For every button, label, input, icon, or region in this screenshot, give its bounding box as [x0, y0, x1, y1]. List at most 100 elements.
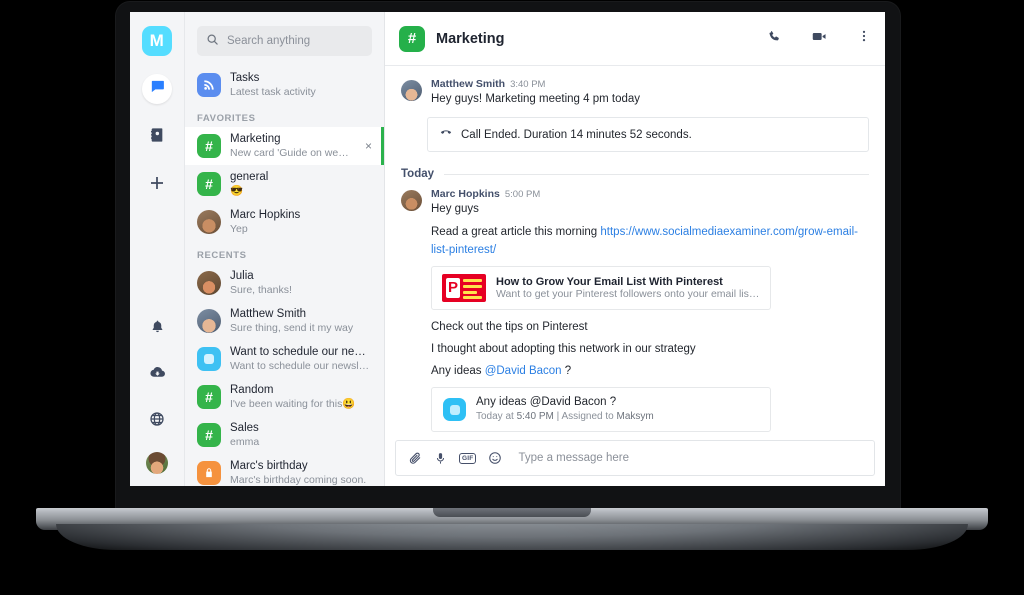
link-prefix: Read a great article this morning — [431, 226, 601, 238]
list-item[interactable]: # Marketing New card 'Guide on website o… × — [185, 127, 384, 165]
day-divider: Today — [385, 162, 885, 184]
divider-line — [444, 173, 869, 175]
mention-david-bacon[interactable]: @David Bacon — [485, 365, 562, 377]
list-item[interactable]: Marc Hopkins Yep — [185, 203, 384, 241]
app-logo[interactable]: M — [142, 26, 172, 56]
video-icon — [811, 28, 828, 50]
list-item-subtitle: Sure, thanks! — [230, 284, 292, 296]
page-title: Marketing — [436, 30, 505, 47]
link-preview-card[interactable]: P How to Grow Your Email List With Pinte… — [431, 266, 771, 310]
rail-item-downloads[interactable] — [142, 360, 172, 390]
more-icon — [857, 29, 871, 48]
list-item-subtitle: emma — [230, 436, 260, 448]
message-text: I thought about adopting this network in… — [431, 343, 696, 355]
message-text: Hey guys — [431, 203, 479, 215]
task-card[interactable]: Any ideas @David Bacon ? Today at 5:40 P… — [431, 387, 771, 432]
rail-item-notifications[interactable] — [142, 314, 172, 344]
avatar[interactable] — [146, 452, 168, 474]
search-input[interactable]: Search anything — [197, 26, 372, 56]
list-item-title: Sales — [230, 422, 259, 434]
message-meta: Matthew Smith 3:40 PM — [431, 78, 869, 90]
call-ended-text: Call Ended. Duration 14 minutes 52 secon… — [461, 128, 692, 141]
list-item-text: Tasks Latest task activity — [230, 71, 372, 99]
message-text-with-link: Read a great article this morning https:… — [431, 223, 869, 259]
list-item-subtitle: Latest task activity — [230, 86, 316, 98]
list-item-title: Marc Hopkins — [230, 209, 301, 221]
attachment-icon[interactable] — [408, 451, 422, 465]
list-item-title: general — [230, 171, 269, 183]
list-item-subtitle: Yep — [230, 223, 248, 235]
message-input-placeholder[interactable]: Type a message here — [518, 452, 629, 464]
list-item-subtitle: Want to schedule our newslet… — [230, 360, 372, 372]
list-item-text: Random I've been waiting for this😃 — [230, 383, 372, 411]
call-button[interactable] — [767, 29, 782, 49]
conversation-panel: # Marketing Matthew Smith 3:40 PM Hey gu… — [385, 12, 885, 486]
list-item[interactable]: Want to schedule our newsl… Want to sched… — [185, 340, 384, 378]
hash-icon: # — [197, 423, 221, 447]
list-item[interactable]: Marc's birthday Marc's birthday coming so… — [185, 454, 384, 486]
list-item-text: Want to schedule our newsl… Want to sched… — [230, 345, 372, 373]
message-composer[interactable]: GIF Type a message here — [395, 440, 875, 476]
link-preview-thumbnail: P — [442, 274, 486, 302]
rail-item-network[interactable] — [142, 406, 172, 436]
message-text-with-mention: Any ideas @David Bacon ? — [431, 362, 869, 380]
message-time: 5:00 PM — [504, 189, 541, 200]
list-item[interactable]: # general 😎 — [185, 165, 384, 203]
mention-prefix: Any ideas — [431, 365, 485, 377]
conversation-header: # Marketing — [385, 12, 885, 66]
list-item-text: Sales emma — [230, 421, 372, 449]
section-header: RECENTS — [197, 250, 247, 261]
list-item-title: Marketing — [230, 133, 281, 145]
list-item[interactable]: # Random I've been waiting for this😃 — [185, 378, 384, 416]
list-item-subtitle: 😎 — [230, 185, 244, 197]
avatar — [401, 80, 422, 101]
close-icon[interactable]: × — [363, 139, 372, 153]
emoji-icon[interactable] — [488, 451, 502, 465]
more-options-button[interactable] — [857, 29, 871, 48]
call-ended-card: Call Ended. Duration 14 minutes 52 secon… — [427, 117, 869, 152]
contacts-icon — [149, 127, 165, 148]
task-assignee: Maksym — [616, 411, 654, 422]
list-item-title: Tasks — [230, 72, 260, 84]
message-body: Marc Hopkins 5:00 PM Hey guys Read a grea… — [431, 188, 869, 434]
message: Marc Hopkins 5:00 PM Hey guys Read a grea… — [385, 184, 885, 434]
search-placeholder: Search anything — [227, 35, 311, 47]
list-item-title: Matthew Smith — [230, 308, 307, 320]
task-icon — [443, 398, 466, 421]
message-text: Check out the tips on Pinterest — [431, 321, 588, 333]
rss-icon — [197, 73, 221, 97]
link-preview-title: How to Grow Your Email List With Pintere… — [496, 276, 723, 288]
message-list: Matthew Smith 3:40 PM Hey guys! Marketing… — [385, 66, 885, 434]
message-text: Hey guys! Marketing meeting 4 pm today — [431, 93, 641, 105]
message-meta: Marc Hopkins 5:00 PM — [431, 188, 869, 200]
avatar — [197, 210, 221, 234]
link-preview-text: How to Grow Your Email List With Pintere… — [496, 276, 760, 300]
list-item[interactable]: # Sales emma — [185, 416, 384, 454]
task-date-prefix: Today at — [476, 411, 517, 422]
task-card-meta: Today at 5:40 PM | Assigned to Maksym — [476, 410, 654, 424]
list-item[interactable]: Julia Sure, thanks! — [185, 264, 384, 302]
cloud-download-icon — [149, 364, 166, 386]
list-item-title: Marc's birthday — [230, 460, 308, 472]
list-item-title: Random — [230, 384, 274, 396]
list-item-subtitle: Sure thing, send it my way — [230, 322, 354, 334]
microphone-icon[interactable] — [434, 452, 447, 465]
list-item-text: general 😎 — [230, 170, 372, 198]
rail-item-chat[interactable] — [142, 74, 172, 104]
hash-icon: # — [197, 385, 221, 409]
list-item-text: Julia Sure, thanks! — [230, 269, 372, 297]
rail-item-add[interactable] — [142, 170, 172, 200]
list-item[interactable]: Matthew Smith Sure thing, send it my way — [185, 302, 384, 340]
chat-icon — [149, 78, 166, 100]
task-card-text: Any ideas @David Bacon ? Today at 5:40 P… — [476, 395, 654, 424]
hash-icon: # — [197, 172, 221, 196]
message-time: 3:40 PM — [510, 79, 546, 90]
rail-bottom-group — [130, 314, 184, 474]
list-item-tasks[interactable]: Tasks Latest task activity — [185, 66, 384, 104]
gif-icon[interactable]: GIF — [459, 452, 477, 464]
video-call-button[interactable] — [811, 28, 828, 50]
list-item-text: Marketing New card 'Guide on website o… — [230, 132, 354, 160]
list-item-subtitle: I've been waiting for this😃 — [230, 398, 356, 410]
rail-item-contacts[interactable] — [142, 122, 172, 152]
chat-sections: FAVORITES # Marketing New card 'Guide on we… — [185, 104, 384, 486]
